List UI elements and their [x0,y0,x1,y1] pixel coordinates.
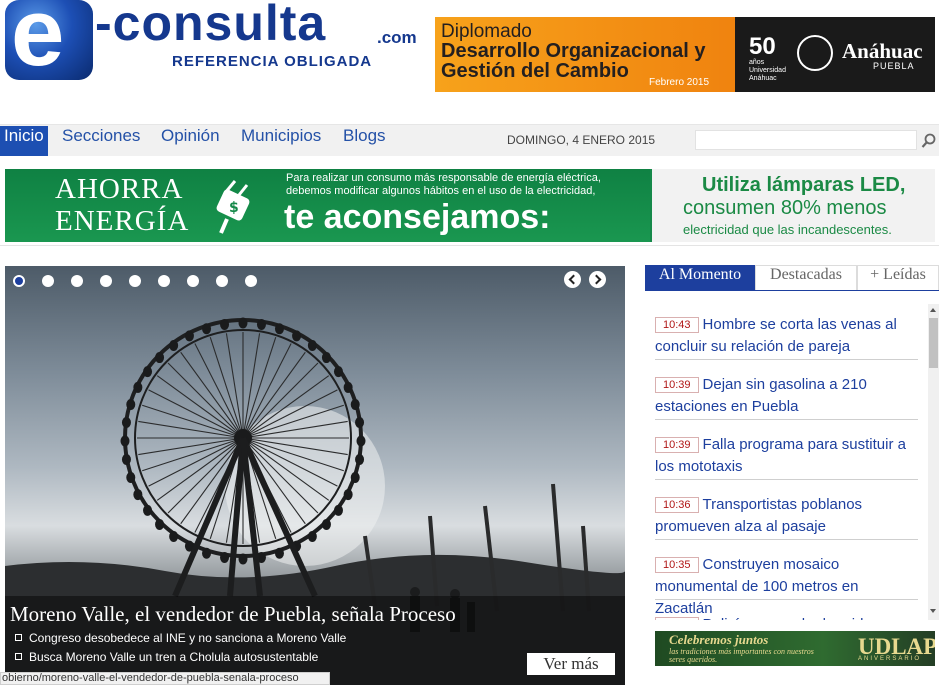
energy-ad-big-text: te aconsejamos: [284,198,551,236]
slider-dot[interactable] [245,275,257,287]
svg-text:$: $ [229,200,239,216]
slider-dot[interactable] [158,275,170,287]
search-icon[interactable] [921,133,937,149]
current-date: DOMINGO, 4 ENERO 2015 [507,133,656,147]
related-link-text: Busca Moreno Valle un tren a Cholula aut… [29,650,319,664]
news-tabs: Al Momento Destacadas + Leídas [645,265,939,291]
site-logo[interactable]: e -consulta .com REFERENCIA OBLIGADA [5,0,425,82]
energy-ad-right-line3: electricidad que las incandescentes. [683,222,892,237]
slider-dot[interactable] [129,275,141,287]
scroll-down-arrow-icon[interactable] [930,609,936,613]
news-scrollbar[interactable] [928,304,939,620]
logo-e-badge: e [5,0,93,80]
news-time: 10:39 [655,377,699,393]
news-time: 10:43 [655,317,699,333]
energy-ad-ahorra: AHORRA [55,173,184,205]
slide-related-link[interactable]: Congreso desobedece al INE y no sanciona… [15,631,346,645]
section-divider [0,245,939,246]
scroll-thumb[interactable] [929,318,938,368]
featured-slider[interactable]: Moreno Valle, el vendedor de Puebla, señ… [5,266,625,685]
related-link-text: Congreso desobedece al INE y no sanciona… [29,631,347,645]
news-item[interactable]: 10:30 Policía se queda dormido y [655,614,918,620]
search-input[interactable] [695,130,917,150]
slider-dot[interactable] [216,275,228,287]
tab-al-momento[interactable]: Al Momento [645,265,755,290]
news-item[interactable]: 10:36 Transportistas poblanos promueven a… [655,494,918,540]
ad-line3: Gestión del Cambio [441,60,629,82]
energy-saving-ad-banner[interactable]: AHORRA ENERGÍA $ Para realizar un consum… [5,169,935,242]
bullet-icon [15,653,22,660]
nav-item-inicio[interactable]: Inicio [0,126,48,156]
anahuac-seal-icon [797,35,833,71]
nav-item-secciones[interactable]: Secciones [61,126,141,156]
news-list: 10:43 Hombre se corta las venas al conclu… [645,292,939,620]
slider-dot[interactable] [100,275,112,287]
logo-tld: .com [377,28,417,47]
nav-item-opinion[interactable]: Opinión [160,126,221,156]
slide-related-link[interactable]: Busca Moreno Valle un tren a Cholula aut… [15,650,318,664]
news-time: 10:36 [655,497,699,513]
nav-item-municipios[interactable]: Municipios [240,126,322,156]
news-item[interactable]: 10:35 Construyen mosaico monumental de 10… [655,554,918,617]
logo-letter: e [11,0,65,80]
news-time: 10:39 [655,437,699,453]
slider-dot[interactable] [71,275,83,287]
udlap-ad-sub: ANIVERSARIO [858,656,922,662]
slide-title-link[interactable]: Moreno Valle, el vendedor de Puebla, señ… [10,602,456,627]
slider-dot[interactable] [42,275,54,287]
udlap-ad-banner[interactable]: Celebremos juntos las tradiciones más im… [655,631,935,666]
logo-wordmark: -consulta [95,0,327,51]
slider-dot[interactable] [13,275,25,287]
anahuac-ad-banner[interactable]: Diplomado Desarrollo Organizacional y Ge… [435,17,935,92]
energy-ad-right-line1: Utiliza lámparas LED, [702,174,906,196]
main-nav: Inicio Secciones Opinión Municipios Blog… [0,124,939,156]
nav-item-blogs[interactable]: Blogs [342,126,387,156]
ver-mas-button[interactable]: Ver más [527,653,615,675]
ad-anniversary: 50 [749,33,776,60]
tab-mas-leidas[interactable]: + Leídas [857,265,939,290]
energy-ad-right-line2: consumen 80% menos [683,197,887,219]
news-time: 10:30 [655,617,699,620]
news-item[interactable]: 10:39 Dejan sin gasolina a 210 estaciones… [655,374,918,420]
bullet-icon [15,634,22,641]
udlap-ad-line1: Celebremos juntos [669,632,769,647]
news-time: 10:35 [655,557,699,573]
ad-date: Febrero 2015 [649,77,710,88]
news-headline[interactable]: Policía se queda dormido y [703,616,884,620]
logo-tagline: REFERENCIA OBLIGADA [172,53,373,70]
energy-ad-small-text: Para realizar un consumo más responsable… [286,172,601,197]
status-bar-url: obierno/moreno-valle-el-vendedor-de-pueb… [0,672,330,685]
scroll-up-arrow-icon[interactable] [930,308,936,312]
plug-icon: $ [216,180,250,234]
ad-anniversary-sub: años Universidad Anáhuac [749,59,786,82]
news-item[interactable]: 10:39 Falla programa para sustituir a los… [655,434,918,480]
tab-destacadas[interactable]: Destacadas [755,265,857,290]
slider-next-button[interactable] [589,271,606,288]
udlap-ad-line2: las tradiciones más importantes con nues… [669,647,814,664]
ad-city: PUEBLA [873,61,915,71]
energy-ad-energia: ENERGÍA [55,205,190,237]
news-item[interactable]: 10:43 Hombre se corta las venas al conclu… [655,314,918,360]
slider-dot[interactable] [187,275,199,287]
slider-prev-button[interactable] [564,271,581,288]
